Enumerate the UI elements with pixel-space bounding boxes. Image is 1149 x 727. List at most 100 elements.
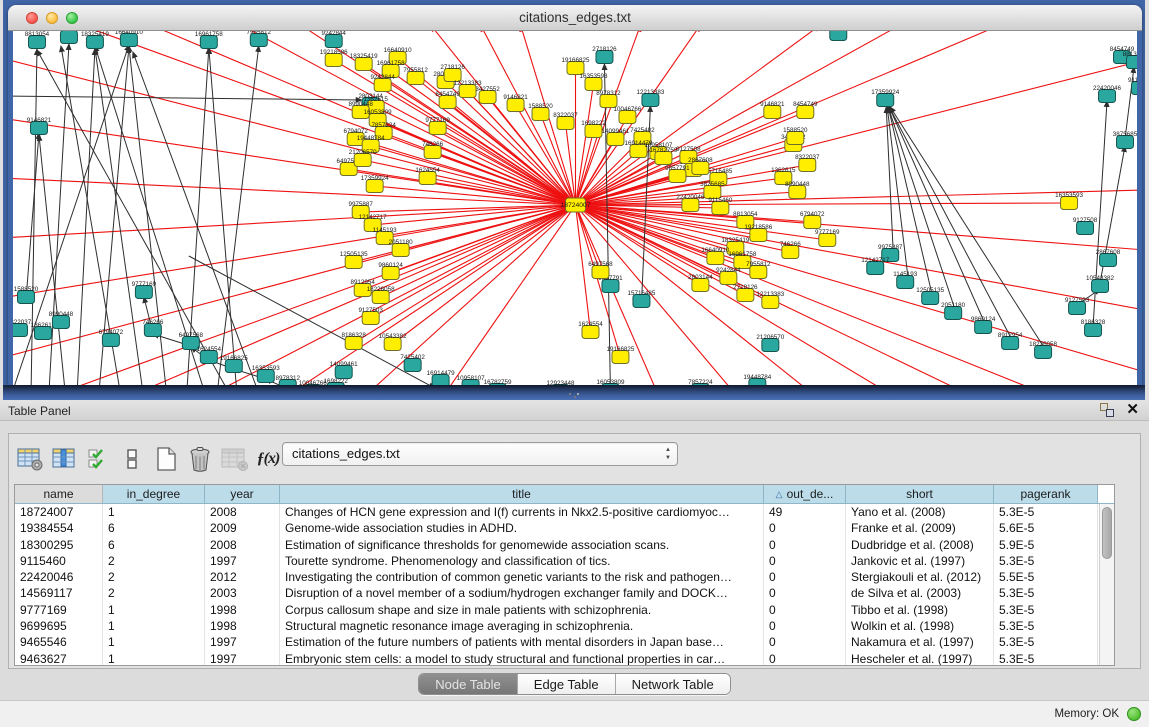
svg-text:2718126: 2718126 [440,64,465,71]
citation-graph[interactable]: 8813054192185861832541916640910169617587… [13,31,1137,385]
svg-text:1698222: 1698222 [581,120,606,127]
svg-text:8978312: 8978312 [276,375,301,382]
cell: 18724007 [15,504,103,520]
import-table-icon[interactable] [217,442,251,476]
new-column-icon[interactable] [149,442,183,476]
cell: 5.3E-5 [994,585,1098,601]
svg-text:9115460: 9115460 [708,197,732,204]
svg-text:2718126: 2718126 [592,46,617,53]
svg-text:7955812: 7955812 [403,67,428,74]
cell: 0 [764,602,846,618]
cell: Structural magnetic resonance image aver… [280,618,764,634]
cell: Embryonic stem cells: a model to study s… [280,651,764,666]
select-columns-icon[interactable] [81,442,115,476]
svg-text:6794072: 6794072 [800,211,825,218]
svg-text:14099461: 14099461 [330,361,358,368]
panel-splitter-handle[interactable] [567,392,581,399]
cell: Tibbo et al. (1998) [846,602,994,618]
table-scrollbar[interactable] [1099,504,1114,665]
table-row[interactable]: 1872400712008Changes of HCN gene express… [15,504,1114,520]
table-row[interactable]: 1938455462009Genome-wide association stu… [15,520,1114,536]
table-row[interactable]: 969969511998Structural magnetic resonanc… [15,618,1114,634]
cell: 9463627 [15,651,103,666]
svg-text:9127503: 9127503 [1065,297,1090,304]
table-row[interactable]: 1830029562008Estimation of significance … [15,537,1114,553]
svg-text:18325419: 18325419 [81,31,109,38]
cell: 0 [764,537,846,553]
cell: 1998 [205,618,280,634]
svg-text:10543382: 10543382 [1086,275,1114,282]
svg-text:1588520: 1588520 [14,286,39,293]
float-window-icon[interactable] [1099,402,1114,417]
svg-text:6794072: 6794072 [99,329,124,336]
cell: Stergiakouli et al. (2012) [846,569,994,585]
column-header-pagerank[interactable]: pagerank [994,485,1098,503]
svg-text:10046766: 10046766 [613,106,641,113]
column-header-in_degree[interactable]: in_degree [103,485,205,503]
table-row[interactable]: 2242004622012Investigating the contribut… [15,569,1114,585]
tab-node-table[interactable]: Node Table [419,674,518,694]
svg-text:16640910: 16640910 [115,31,143,36]
column-header-name[interactable]: name [15,485,103,503]
column-header-title[interactable]: title [280,485,764,503]
svg-text:12213383: 12213383 [756,291,784,298]
svg-text:21206570: 21206570 [756,334,784,341]
svg-text:746266: 746266 [422,141,443,148]
show-columns-icon[interactable] [47,442,81,476]
table-row[interactable]: 977716911998Corpus callosum shape and si… [15,602,1114,618]
network-canvas[interactable]: 8813054192185861832541916640910169617587… [13,31,1137,385]
app-edge-left [0,0,3,400]
cell: 5.3E-5 [994,634,1098,650]
cell: 1 [103,618,205,634]
svg-text:2051180: 2051180 [941,302,965,309]
cell: Dudbridge et al. (2008) [846,537,994,553]
function-builder-icon[interactable]: ƒ(x) [251,442,285,476]
cell: 1997 [205,634,280,650]
cell: Hescheler et al. (1997) [846,651,994,666]
network-desktop: citations_edges.txt 88130541921858618325… [0,0,1149,400]
table-row[interactable]: 1456911722003Disruption of a novel membe… [15,585,1114,601]
column-header-out_degree[interactable]: △out_de... [764,485,846,503]
tab-network-table[interactable]: Network Table [616,674,730,694]
column-header-short[interactable]: short [846,485,994,503]
svg-text:9242844: 9242844 [716,267,741,274]
table-row[interactable]: 946554611997Estimation of the future num… [15,634,1114,650]
delete-column-icon[interactable] [183,442,217,476]
svg-text:18325419: 18325419 [350,53,378,60]
cell: Disruption of a novel member of a sodium… [280,585,764,601]
svg-text:8322037: 8322037 [13,319,32,326]
column-header-year[interactable]: year [205,485,280,503]
svg-text:8990448: 8990448 [348,101,373,108]
cell: 2012 [205,569,280,585]
svg-text:12213383: 12213383 [636,89,664,96]
svg-text:18724007: 18724007 [560,202,590,209]
table-mode-icon[interactable] [13,442,47,476]
combo-value: citations_edges.txt [292,446,400,461]
cell: 19384554 [15,520,103,536]
svg-text:9777169: 9777169 [132,281,157,288]
svg-text:12142717: 12142717 [861,257,889,264]
scrollbar-thumb[interactable] [1102,507,1112,559]
memory-ok-icon [1127,707,1141,721]
table-row[interactable]: 911546021997Tourette syndrome. Phenomeno… [15,553,1114,569]
cell: Nakamura et al. (1997) [846,634,994,650]
network-window-titlebar[interactable]: citations_edges.txt [8,5,1142,31]
tab-edge-table[interactable]: Edge Table [518,674,616,694]
svg-text:19166825: 19166825 [562,57,590,64]
svg-text:9146821: 9146821 [503,94,528,101]
cell: 2 [103,585,205,601]
table-select-combo[interactable]: citations_edges.txt ▲▼ [282,442,678,466]
table-body: 1872400712008Changes of HCN gene express… [15,504,1114,666]
svg-text:8322037: 8322037 [795,154,820,161]
close-panel-icon[interactable]: ✕ [1126,402,1139,417]
row-height-icon[interactable] [115,442,149,476]
table-row[interactable]: 946362711997Embryonic stem cells: a mode… [15,651,1114,666]
svg-text:7955812: 7955812 [746,261,771,268]
svg-text:6497568: 6497568 [588,261,613,268]
cell: 1997 [205,553,280,569]
cell: 9699695 [15,618,103,634]
svg-text:16053809: 16053809 [364,109,392,116]
svg-text:1362615: 1362615 [31,322,56,329]
svg-text:10543382: 10543382 [379,333,407,340]
cell: 0 [764,585,846,601]
